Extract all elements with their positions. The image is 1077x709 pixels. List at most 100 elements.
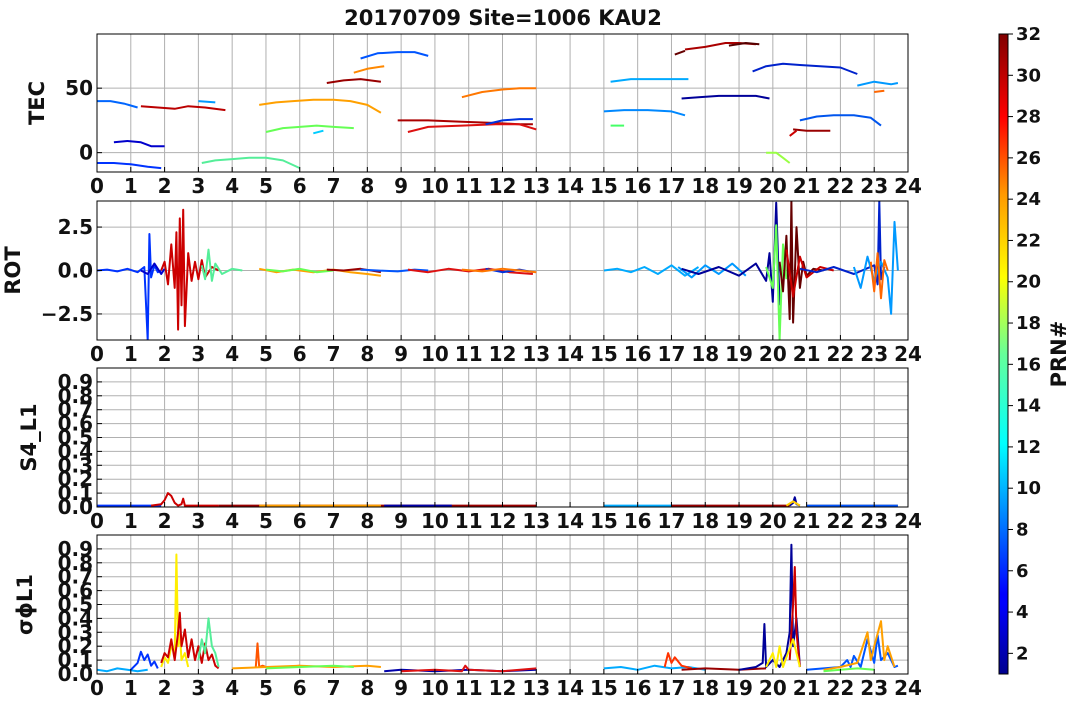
y-tick-label: 50 [65,76,93,100]
x-tick-label: 9 [394,342,408,366]
x-tick-label: 19 [725,676,753,700]
x-tick-label: 5 [259,509,273,533]
colorbar-tick-label: 6 [1016,561,1029,582]
x-tick-label: 20 [759,509,787,533]
x-tick-label: 10 [421,676,449,700]
x-tick-label: 3 [191,342,205,366]
x-tick-label: 13 [522,509,550,533]
colorbar-tick-label: 24 [1016,189,1041,210]
x-tick-label: 1 [124,342,138,366]
y-tick-label: 0.0 [58,259,93,283]
x-tick-label: 21 [793,509,821,533]
x-tick-label: 22 [826,676,854,700]
y-axis-label: S4_L1 [17,403,41,471]
x-tick-label: 1 [124,676,138,700]
colorbar-tick-label: 16 [1016,354,1041,375]
x-tick-label: 3 [191,174,205,198]
x-tick-label: 17 [658,174,686,198]
x-tick-label: 15 [590,342,618,366]
x-tick-label: 7 [327,342,341,366]
x-tick-label: 11 [455,509,483,533]
x-tick-label: 4 [225,509,239,533]
series-line-30 [874,89,885,93]
x-tick-label: 20 [759,676,787,700]
x-tick-label: 7 [327,676,341,700]
panels: 0 1 2 3 4 5 6 7 8 9 10 11 12 13 14 15 16 17 18 19 20 21 22 23 24… [1,33,922,700]
figure-title: 20170709 Site=1006 KAU2 [344,6,662,30]
x-tick-label: 16 [624,676,652,700]
x-tick-label: 0 [90,174,104,198]
x-tick-label: 12 [489,174,517,198]
x-tick-label: 18 [691,509,719,533]
x-tick-label: 16 [624,174,652,198]
x-tick-label: 1 [124,174,138,198]
colorbar-tick-label: 10 [1016,478,1041,499]
x-tick-label: 0 [90,342,104,366]
x-tick-label: 20 [759,174,787,198]
x-tick-label: 16 [624,509,652,533]
x-tick-label: 11 [455,676,483,700]
x-tick-label: 9 [394,174,408,198]
y-tick-label: −2.5 [41,302,93,326]
panel-3: 0 1 2 3 4 5 6 7 8 9 10 11 12 13 14 15 16 17 18 19 20 21 22 23 24… [17,367,922,533]
colorbar-tick-label: 26 [1016,148,1041,169]
x-tick-label: 6 [293,174,307,198]
x-tick-label: 13 [522,676,550,700]
x-tick-label: 18 [691,174,719,198]
x-tick-label: 19 [725,342,753,366]
x-tick-label: 19 [725,174,753,198]
x-tick-label: 11 [455,342,483,366]
x-tick-label: 12 [489,509,517,533]
x-tick-label: 17 [658,342,686,366]
y-tick-label: 0 [79,141,93,165]
colorbar-tick-label: 4 [1016,602,1029,623]
x-tick-label: 23 [860,676,888,700]
x-tick-label: 8 [360,509,374,533]
x-tick-label: 7 [327,509,341,533]
x-tick-label: 5 [259,174,273,198]
series-line-13 [681,667,767,671]
x-tick-label: 17 [658,676,686,700]
x-tick-label: 5 [259,342,273,366]
x-tick-label: 23 [860,509,888,533]
x-tick-label: 14 [556,676,584,700]
x-tick-label: 8 [360,174,374,198]
x-tick-label: 24 [894,676,922,700]
x-tick-label: 8 [360,342,374,366]
x-tick-label: 3 [191,509,205,533]
panel-1: 0 1 2 3 4 5 6 7 8 9 10 11 12 13 14 15 16 17 18 19 20 21 22 23 24… [25,33,922,198]
x-tick-label: 3 [191,676,205,700]
x-tick-label: 10 [421,174,449,198]
colorbar-tick-label: 30 [1016,65,1041,86]
x-tick-label: 20 [759,342,787,366]
x-tick-label: 22 [826,174,854,198]
x-tick-label: 10 [421,509,449,533]
panel-2: 0 1 2 3 4 5 6 7 8 9 10 11 12 13 14 15 16 17 18 19 20 21 22 23 24… [1,200,922,366]
x-tick-label: 6 [293,509,307,533]
colorbar-gradient [998,33,1009,675]
y-tick-label: 0.9 [58,370,93,394]
colorbar-tick-label: 28 [1016,107,1041,128]
x-tick-label: 11 [455,174,483,198]
x-tick-label: 7 [327,174,341,198]
x-tick-label: 23 [860,174,888,198]
x-tick-label: 24 [894,174,922,198]
colorbar-tick-label: 8 [1016,519,1029,540]
colorbar-tick-label: 20 [1016,272,1041,293]
colorbar-label: PRN# [1047,321,1071,388]
y-axis-label: ROT [1,246,25,295]
x-tick-label: 14 [556,174,584,198]
x-tick-label: 22 [826,342,854,366]
x-tick-label: 16 [624,342,652,366]
x-tick-label: 2 [158,676,172,700]
colorbar-tick-label: 12 [1016,437,1041,458]
x-tick-label: 14 [556,342,584,366]
series-line-5 [198,100,216,104]
x-tick-label: 10 [421,342,449,366]
x-tick-label: 15 [590,174,618,198]
x-tick-label: 24 [894,509,922,533]
colorbar-tick-label: 18 [1016,313,1041,334]
x-tick-label: 13 [522,342,550,366]
y-axis-label: TEC [25,81,49,125]
x-tick-label: 4 [225,676,239,700]
